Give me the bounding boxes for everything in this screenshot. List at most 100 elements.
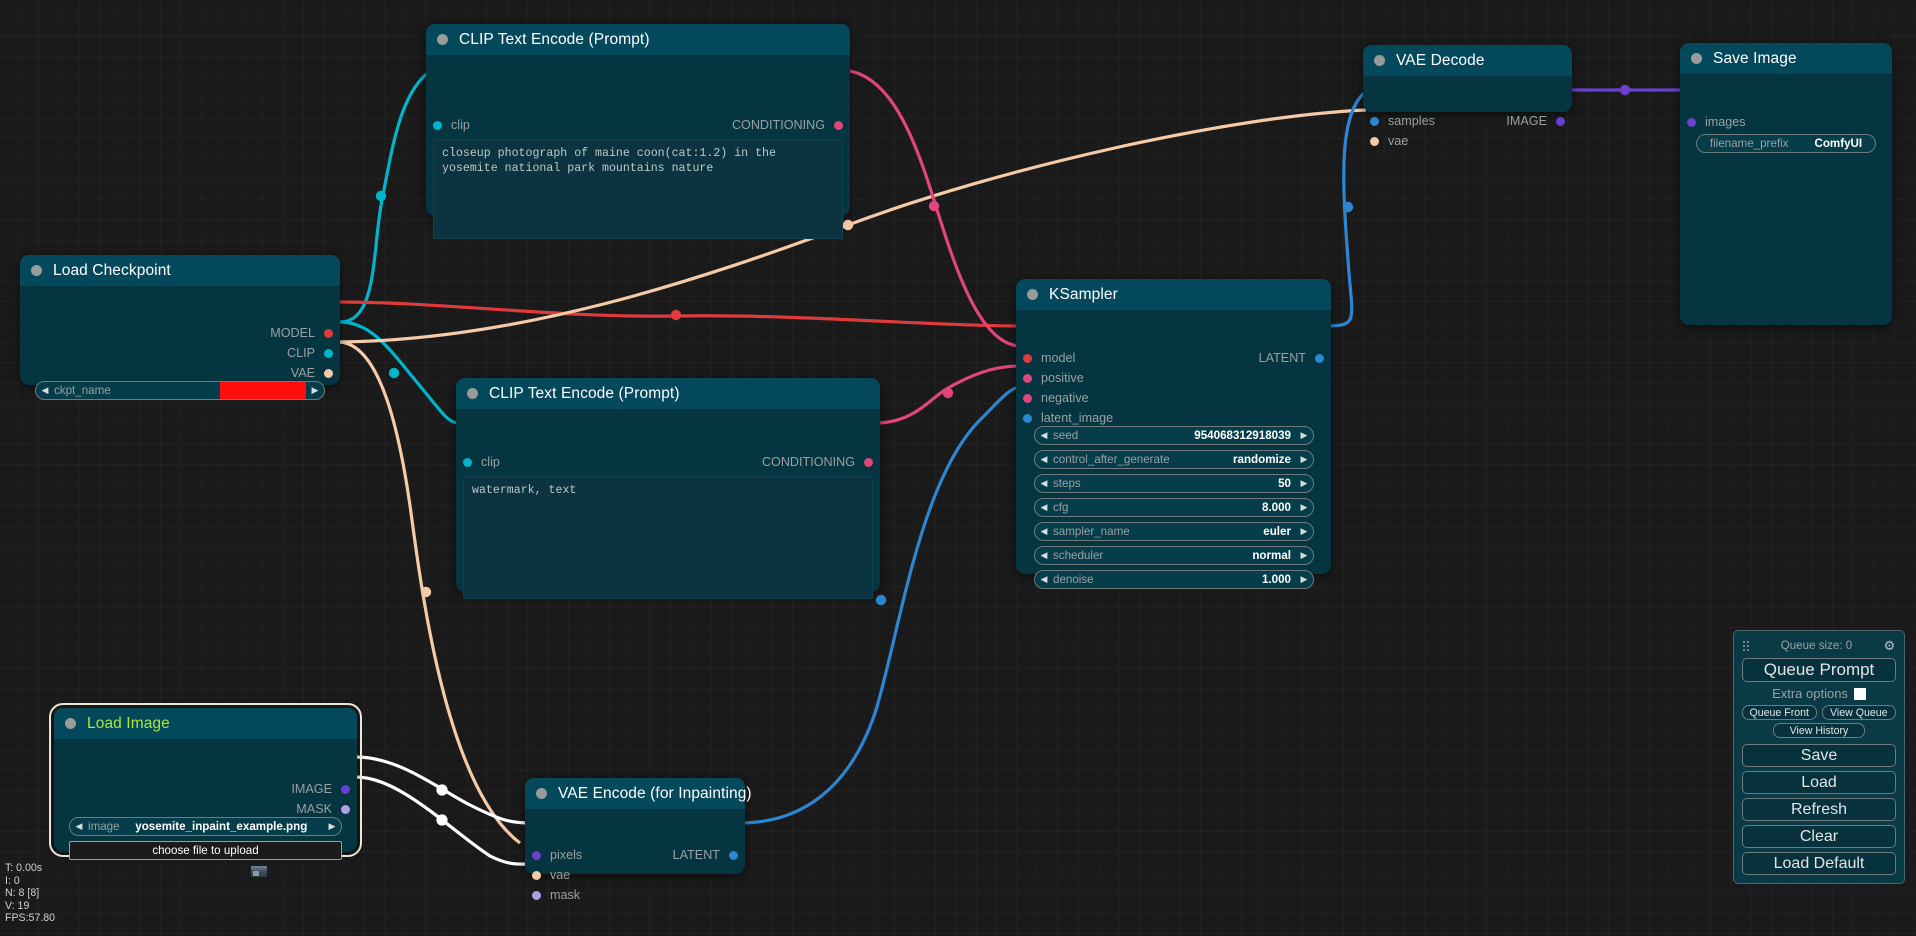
chevron-right-icon[interactable]: ▶ xyxy=(1295,551,1313,560)
output-slot-latent[interactable]: LATENT xyxy=(1259,350,1324,366)
chevron-left-icon[interactable]: ◀ xyxy=(1035,527,1053,536)
input-slot-clip[interactable]: clip xyxy=(463,454,500,470)
widget-sampler-name[interactable]: ◀ sampler_name euler ▶ xyxy=(1034,522,1314,541)
output-slot-mask[interactable]: MASK xyxy=(296,801,350,817)
slot-dot-icon[interactable] xyxy=(324,348,333,358)
chevron-left-icon[interactable]: ◀ xyxy=(1035,479,1053,488)
input-slot-images[interactable]: images xyxy=(1687,114,1746,130)
widget-filename-prefix[interactable]: filename_prefix ComfyUI xyxy=(1696,134,1876,153)
node-title-bar[interactable]: Load Image xyxy=(54,708,357,739)
slot-dot-icon[interactable] xyxy=(341,804,350,814)
slot-dot-icon[interactable] xyxy=(532,850,541,860)
widget-denoise[interactable]: ◀ denoise 1.000 ▶ xyxy=(1034,570,1314,589)
clear-button[interactable]: Clear xyxy=(1742,825,1896,848)
collapse-dot-icon[interactable] xyxy=(1027,289,1038,300)
chevron-right-icon[interactable]: ▶ xyxy=(1295,575,1313,584)
slot-dot-icon[interactable] xyxy=(341,784,350,794)
chevron-left-icon[interactable]: ◀ xyxy=(70,822,88,831)
slot-dot-icon[interactable] xyxy=(324,368,333,378)
widget-scheduler[interactable]: ◀ scheduler normal ▶ xyxy=(1034,546,1314,565)
slot-dot-icon[interactable] xyxy=(834,120,843,130)
input-slot-positive[interactable]: positive xyxy=(1023,370,1084,386)
choose-file-to-upload-button[interactable]: choose file to upload xyxy=(69,841,342,860)
save-button[interactable]: Save xyxy=(1742,744,1896,767)
queue-front-button[interactable]: Queue Front xyxy=(1742,705,1817,720)
refresh-button[interactable]: Refresh xyxy=(1742,798,1896,821)
gear-icon[interactable]: ⚙ xyxy=(1883,639,1896,652)
input-slot-latent-image[interactable]: latent_image xyxy=(1023,410,1113,426)
collapse-dot-icon[interactable] xyxy=(31,265,42,276)
load-button[interactable]: Load xyxy=(1742,771,1896,794)
node-title-bar[interactable]: Save Image xyxy=(1680,43,1892,74)
slot-dot-icon[interactable] xyxy=(1687,117,1696,127)
drag-handle-icon[interactable] xyxy=(1742,639,1750,651)
node-load-image[interactable]: Load Image IMAGE MASK ◀ image yosemite_i… xyxy=(49,703,362,877)
node-title-bar[interactable]: VAE Encode (for Inpainting) xyxy=(525,778,752,809)
comfy-menu-panel[interactable]: Queue size: 0 ⚙ Queue Prompt Extra optio… xyxy=(1733,630,1905,884)
collapse-dot-icon[interactable] xyxy=(65,718,76,729)
slot-dot-icon[interactable] xyxy=(532,870,541,880)
slot-dot-icon[interactable] xyxy=(864,457,873,467)
collapse-dot-icon[interactable] xyxy=(437,34,448,45)
input-slot-clip[interactable]: clip xyxy=(433,117,470,133)
node-title-bar[interactable]: VAE Decode xyxy=(1363,45,1572,76)
slot-dot-icon[interactable] xyxy=(1023,393,1032,403)
slot-dot-icon[interactable] xyxy=(1023,353,1032,363)
slot-dot-icon[interactable] xyxy=(1370,116,1379,126)
chevron-left-icon[interactable]: ◀ xyxy=(1035,575,1053,584)
prompt-textarea[interactable]: closeup photograph of maine coon(cat:1.2… xyxy=(433,139,843,239)
chevron-left-icon[interactable]: ◀ xyxy=(1035,431,1053,440)
slot-dot-icon[interactable] xyxy=(729,850,738,860)
widget-seed[interactable]: ◀ seed 954068312918039 ▶ xyxy=(1034,426,1314,445)
input-slot-vae[interactable]: vae xyxy=(1370,133,1408,149)
input-slot-samples[interactable]: samples xyxy=(1370,113,1435,129)
chevron-left-icon[interactable]: ◀ xyxy=(1035,503,1053,512)
node-save-image[interactable]: Save Image images filename_prefix ComfyU… xyxy=(1680,43,1892,325)
chevron-right-icon[interactable]: ▶ xyxy=(323,822,341,831)
node-vae-decode[interactable]: VAE Decode samples IMAGE vae xyxy=(1363,45,1572,148)
widget-control-after-generate[interactable]: ◀ control_after_generate randomize ▶ xyxy=(1034,450,1314,469)
graph-canvas[interactable]: CLIP Text Encode (Prompt) clip CONDITION… xyxy=(0,0,1916,936)
chevron-right-icon[interactable]: ▶ xyxy=(1295,503,1313,512)
output-slot-model[interactable]: MODEL xyxy=(270,325,333,341)
collapse-dot-icon[interactable] xyxy=(467,388,478,399)
node-title-bar[interactable]: CLIP Text Encode (Prompt) xyxy=(456,378,880,409)
collapse-dot-icon[interactable] xyxy=(1374,55,1385,66)
node-load-checkpoint[interactable]: Load Checkpoint MODEL CLIP VAE ◀ ckpt_na… xyxy=(20,255,340,400)
collapse-dot-icon[interactable] xyxy=(1691,53,1702,64)
widget-ckpt-name[interactable]: ◀ ckpt_name ▶ xyxy=(35,381,325,400)
output-slot-vae[interactable]: VAE xyxy=(291,365,333,381)
input-slot-negative[interactable]: negative xyxy=(1023,390,1089,406)
view-history-button[interactable]: View History xyxy=(1773,723,1865,738)
view-queue-button[interactable]: View Queue xyxy=(1821,705,1896,720)
extra-options-checkbox[interactable] xyxy=(1853,687,1866,700)
slot-dot-icon[interactable] xyxy=(1370,136,1379,146)
slot-dot-icon[interactable] xyxy=(532,890,541,900)
node-title-bar[interactable]: CLIP Text Encode (Prompt) xyxy=(426,24,850,55)
chevron-right-icon[interactable]: ▶ xyxy=(1295,527,1313,536)
chevron-right-icon[interactable]: ▶ xyxy=(306,386,324,395)
extra-options-row[interactable]: Extra options xyxy=(1742,686,1896,701)
slot-dot-icon[interactable] xyxy=(463,457,472,467)
node-title-bar[interactable]: KSampler xyxy=(1016,279,1331,310)
prompt-textarea[interactable]: watermark, text xyxy=(463,476,873,599)
slot-dot-icon[interactable] xyxy=(1315,353,1324,363)
chevron-left-icon[interactable]: ◀ xyxy=(1035,551,1053,560)
slot-dot-icon[interactable] xyxy=(1023,373,1032,383)
chevron-left-icon[interactable]: ◀ xyxy=(1035,455,1053,464)
node-vae-encode-for-inpainting[interactable]: VAE Encode (for Inpainting) pixels LATEN… xyxy=(525,778,752,902)
output-slot-conditioning[interactable]: CONDITIONING xyxy=(732,117,843,133)
input-slot-pixels[interactable]: pixels xyxy=(532,847,582,863)
node-clip-text-encode-positive[interactable]: CLIP Text Encode (Prompt) clip CONDITION… xyxy=(426,24,850,239)
input-slot-model[interactable]: model xyxy=(1023,350,1075,366)
slot-dot-icon[interactable] xyxy=(1556,116,1565,126)
chevron-left-icon[interactable]: ◀ xyxy=(36,386,54,395)
output-slot-clip[interactable]: CLIP xyxy=(287,345,333,361)
output-slot-conditioning[interactable]: CONDITIONING xyxy=(762,454,873,470)
slot-dot-icon[interactable] xyxy=(433,120,442,130)
chevron-right-icon[interactable]: ▶ xyxy=(1295,431,1313,440)
queue-prompt-button[interactable]: Queue Prompt xyxy=(1742,658,1896,682)
widget-image[interactable]: ◀ image yosemite_inpaint_example.png ▶ xyxy=(69,817,342,836)
load-default-button[interactable]: Load Default xyxy=(1742,852,1896,875)
widget-cfg[interactable]: ◀ cfg 8.000 ▶ xyxy=(1034,498,1314,517)
